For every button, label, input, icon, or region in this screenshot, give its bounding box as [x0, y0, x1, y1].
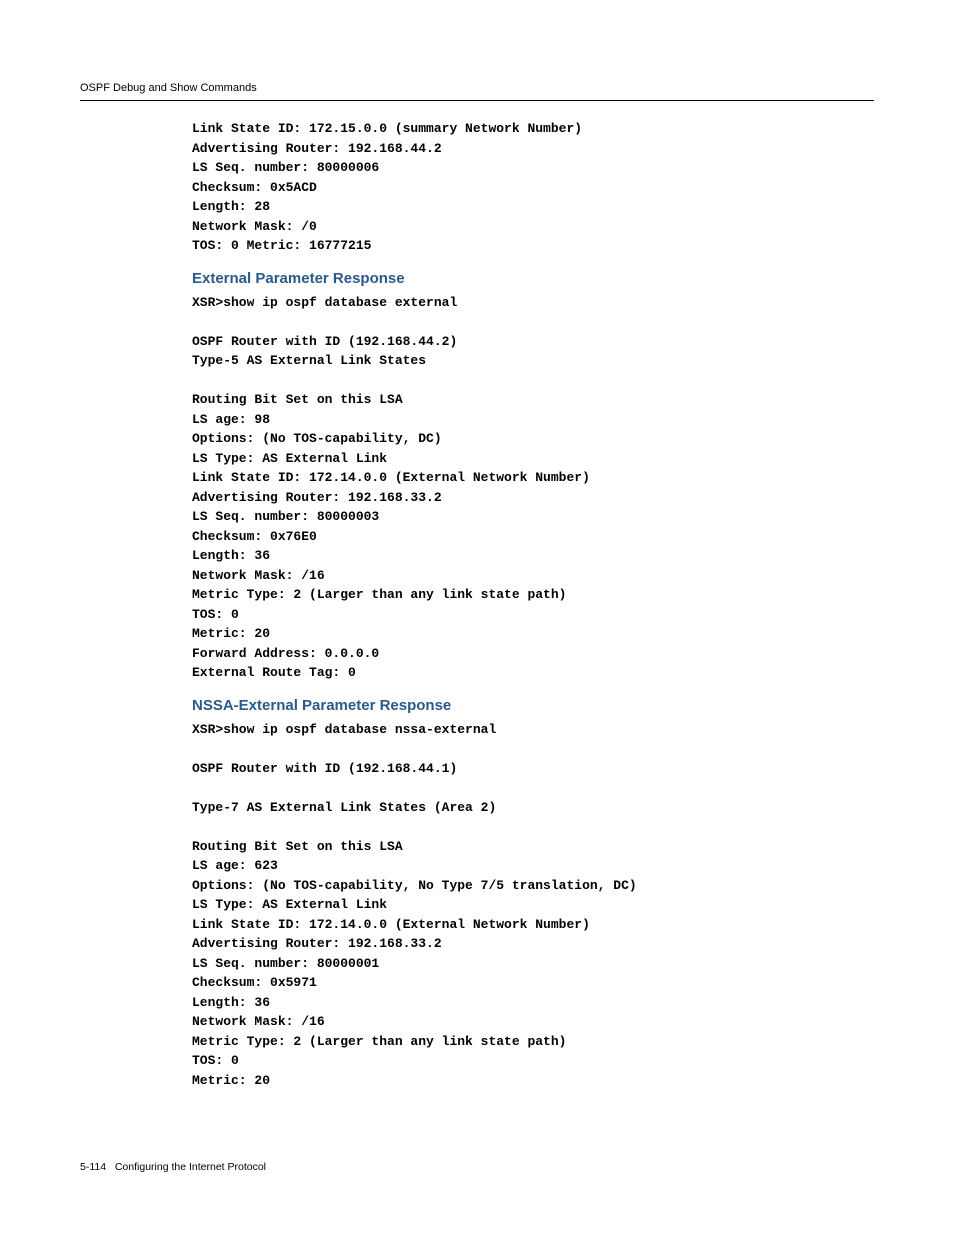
page-number: 5-114 [80, 1161, 106, 1173]
spacer [192, 312, 874, 332]
content-area: Link State ID: 172.15.0.0 (summary Netwo… [192, 119, 874, 1090]
code-command-3: XSR>show ip ospf database nssa-external [192, 720, 874, 740]
footer-label: Configuring the Internet Protocol [115, 1161, 266, 1173]
page-header-title: OSPF Debug and Show Commands [80, 82, 874, 101]
code-block-2: OSPF Router with ID (192.168.44.2) Type-… [192, 332, 874, 683]
code-command-2: XSR>show ip ospf database external [192, 293, 874, 313]
code-block-1: Link State ID: 172.15.0.0 (summary Netwo… [192, 119, 874, 256]
heading-external-param: External Parameter Response [192, 270, 874, 287]
spacer [192, 739, 874, 759]
page-footer: 5-114 Configuring the Internet Protocol [80, 1161, 266, 1173]
page-body: OSPF Debug and Show Commands Link State … [0, 0, 954, 1130]
code-block-3: OSPF Router with ID (192.168.44.1) Type-… [192, 759, 874, 1091]
heading-nssa-external-param: NSSA-External Parameter Response [192, 697, 874, 714]
